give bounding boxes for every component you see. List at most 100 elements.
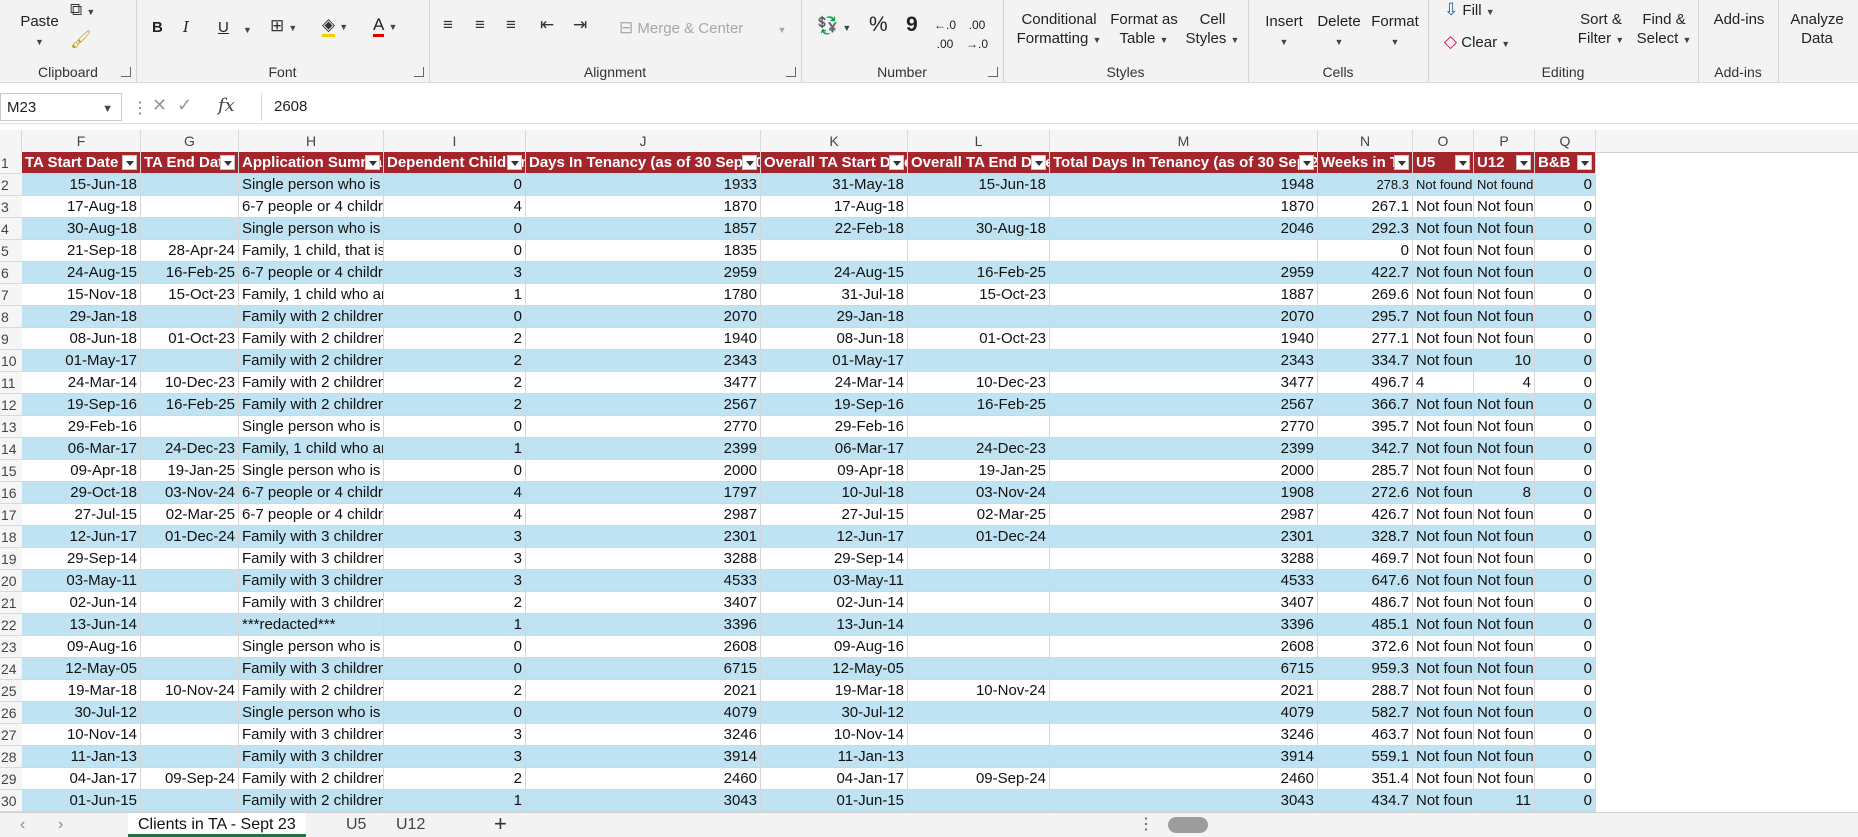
table-cell[interactable]: 426.7	[1318, 504, 1413, 526]
table-cell[interactable]: Not found	[1413, 174, 1474, 196]
table-cell[interactable]: 4	[1413, 372, 1474, 394]
table-cell[interactable]: 2	[384, 350, 526, 372]
table-cell[interactable]: 0	[384, 658, 526, 680]
table-cell[interactable]: 24-Mar-14	[22, 372, 141, 394]
tab-u12[interactable]: U12	[386, 813, 435, 837]
table-cell[interactable]: 12-May-05	[761, 658, 908, 680]
table-cell[interactable]: 272.6	[1318, 482, 1413, 504]
table-cell[interactable]	[908, 746, 1050, 768]
table-cell[interactable]: Not found	[1474, 614, 1535, 636]
table-cell[interactable]: 12-May-05	[22, 658, 141, 680]
table-cell[interactable]: 269.6	[1318, 284, 1413, 306]
table-cell[interactable]: 06-Mar-17	[761, 438, 908, 460]
table-cell[interactable]: Not found	[1413, 768, 1474, 790]
row-header[interactable]: 8	[0, 306, 22, 328]
column-header-q[interactable]: Q	[1535, 130, 1596, 152]
tab-options-icon[interactable]: ⋮	[1138, 813, 1154, 837]
table-cell[interactable]: 0	[1535, 416, 1596, 438]
table-cell[interactable]: Not found	[1474, 174, 1535, 196]
table-cell[interactable]: Not found	[1413, 394, 1474, 416]
header-cell[interactable]: Weeks in TA	[1318, 152, 1413, 174]
table-cell[interactable]: 0	[1535, 658, 1596, 680]
table-cell[interactable]: Not found	[1413, 240, 1474, 262]
table-cell[interactable]: 01-Dec-24	[141, 526, 239, 548]
table-cell[interactable]: 21-Sep-18	[22, 240, 141, 262]
row-header[interactable]: 20	[0, 570, 22, 592]
row-header[interactable]: 1	[0, 152, 22, 174]
table-cell[interactable]: Not found	[1474, 240, 1535, 262]
table-cell[interactable]: 422.7	[1318, 262, 1413, 284]
row-header[interactable]: 3	[0, 196, 22, 218]
table-cell[interactable]: Not found	[1413, 284, 1474, 306]
table-cell[interactable]	[141, 636, 239, 658]
number-launcher-icon[interactable]	[988, 67, 998, 77]
align-left-icon[interactable]: ≡	[443, 15, 453, 35]
table-cell[interactable]	[908, 350, 1050, 372]
table-cell[interactable]: Family with 3 children who	[239, 724, 384, 746]
table-cell[interactable]: 2	[384, 768, 526, 790]
table-cell[interactable]: 02-Jun-14	[761, 592, 908, 614]
comma-style-button[interactable]: 9	[906, 14, 918, 35]
table-cell[interactable]: 0	[1535, 262, 1596, 284]
table-cell[interactable]: 3	[384, 548, 526, 570]
table-cell[interactable]: Not found	[1474, 196, 1535, 218]
table-cell[interactable]: 351.4	[1318, 768, 1413, 790]
table-cell[interactable]: 0	[1535, 702, 1596, 724]
table-cell[interactable]: 285.7	[1318, 460, 1413, 482]
insert-function-button[interactable]: fx	[218, 95, 235, 116]
table-cell[interactable]: 1	[384, 790, 526, 812]
table-cell[interactable]: 3914	[1050, 746, 1318, 768]
table-cell[interactable]: 4533	[1050, 570, 1318, 592]
table-cell[interactable]: 10-Nov-24	[908, 680, 1050, 702]
column-header-g[interactable]: G	[141, 130, 239, 152]
table-cell[interactable]: Single person who is living	[239, 460, 384, 482]
table-cell[interactable]: Single person who is living	[239, 174, 384, 196]
column-header-o[interactable]: O	[1413, 130, 1474, 152]
table-cell[interactable]: 2987	[526, 504, 761, 526]
table-cell[interactable]: 19-Jan-25	[141, 460, 239, 482]
table-cell[interactable]: 17-Aug-18	[761, 196, 908, 218]
table-cell[interactable]: Not found	[1413, 702, 1474, 724]
cell-styles-button[interactable]: Cell Styles ▼	[1185, 10, 1240, 50]
table-cell[interactable]: 328.7	[1318, 526, 1413, 548]
merge-center-button[interactable]: ⊟ Merge & Center ▼	[619, 18, 786, 40]
horizontal-scrollbar[interactable]	[1168, 817, 1208, 833]
table-cell[interactable]: 2460	[526, 768, 761, 790]
row-header[interactable]: 4	[0, 218, 22, 240]
table-cell[interactable]: 03-May-11	[761, 570, 908, 592]
table-cell[interactable]: 10-Nov-14	[761, 724, 908, 746]
table-cell[interactable]: Not found	[1413, 350, 1474, 372]
table-cell[interactable]: 29-Oct-18	[22, 482, 141, 504]
table-cell[interactable]: 334.7	[1318, 350, 1413, 372]
table-cell[interactable]: 295.7	[1318, 306, 1413, 328]
table-cell[interactable]: 4	[384, 196, 526, 218]
table-cell[interactable]: 09-Apr-18	[22, 460, 141, 482]
table-cell[interactable]	[141, 790, 239, 812]
column-header-f[interactable]: F	[22, 130, 141, 152]
row-header[interactable]: 21	[0, 592, 22, 614]
table-cell[interactable]: 01-Dec-24	[908, 526, 1050, 548]
table-cell[interactable]: 0	[1535, 636, 1596, 658]
table-cell[interactable]: 0	[1318, 240, 1413, 262]
table-cell[interactable]	[908, 702, 1050, 724]
header-cell[interactable]: Overall TA Start Date	[761, 152, 908, 174]
table-cell[interactable]: 13-Jun-14	[761, 614, 908, 636]
table-cell[interactable]: 02-Mar-25	[908, 504, 1050, 526]
table-cell[interactable]	[908, 570, 1050, 592]
table-cell[interactable]: Family with 3 children who	[239, 548, 384, 570]
table-cell[interactable]: 24-Aug-15	[761, 262, 908, 284]
table-cell[interactable]: Not found	[1413, 504, 1474, 526]
font-launcher-icon[interactable]	[414, 67, 424, 77]
table-cell[interactable]: 1780	[526, 284, 761, 306]
table-cell[interactable]: Family, 1 child, that is a re	[239, 240, 384, 262]
table-cell[interactable]: 0	[1535, 768, 1596, 790]
table-cell[interactable]: Not found	[1474, 592, 1535, 614]
table-cell[interactable]: 0	[384, 218, 526, 240]
table-cell[interactable]: 469.7	[1318, 548, 1413, 570]
table-cell[interactable]: 29-Sep-14	[22, 548, 141, 570]
table-cell[interactable]: 4533	[526, 570, 761, 592]
table-cell[interactable]: 2	[384, 328, 526, 350]
table-cell[interactable]: 3914	[526, 746, 761, 768]
table-cell[interactable]: Not found	[1413, 592, 1474, 614]
table-cell[interactable]: 29-Jan-18	[22, 306, 141, 328]
